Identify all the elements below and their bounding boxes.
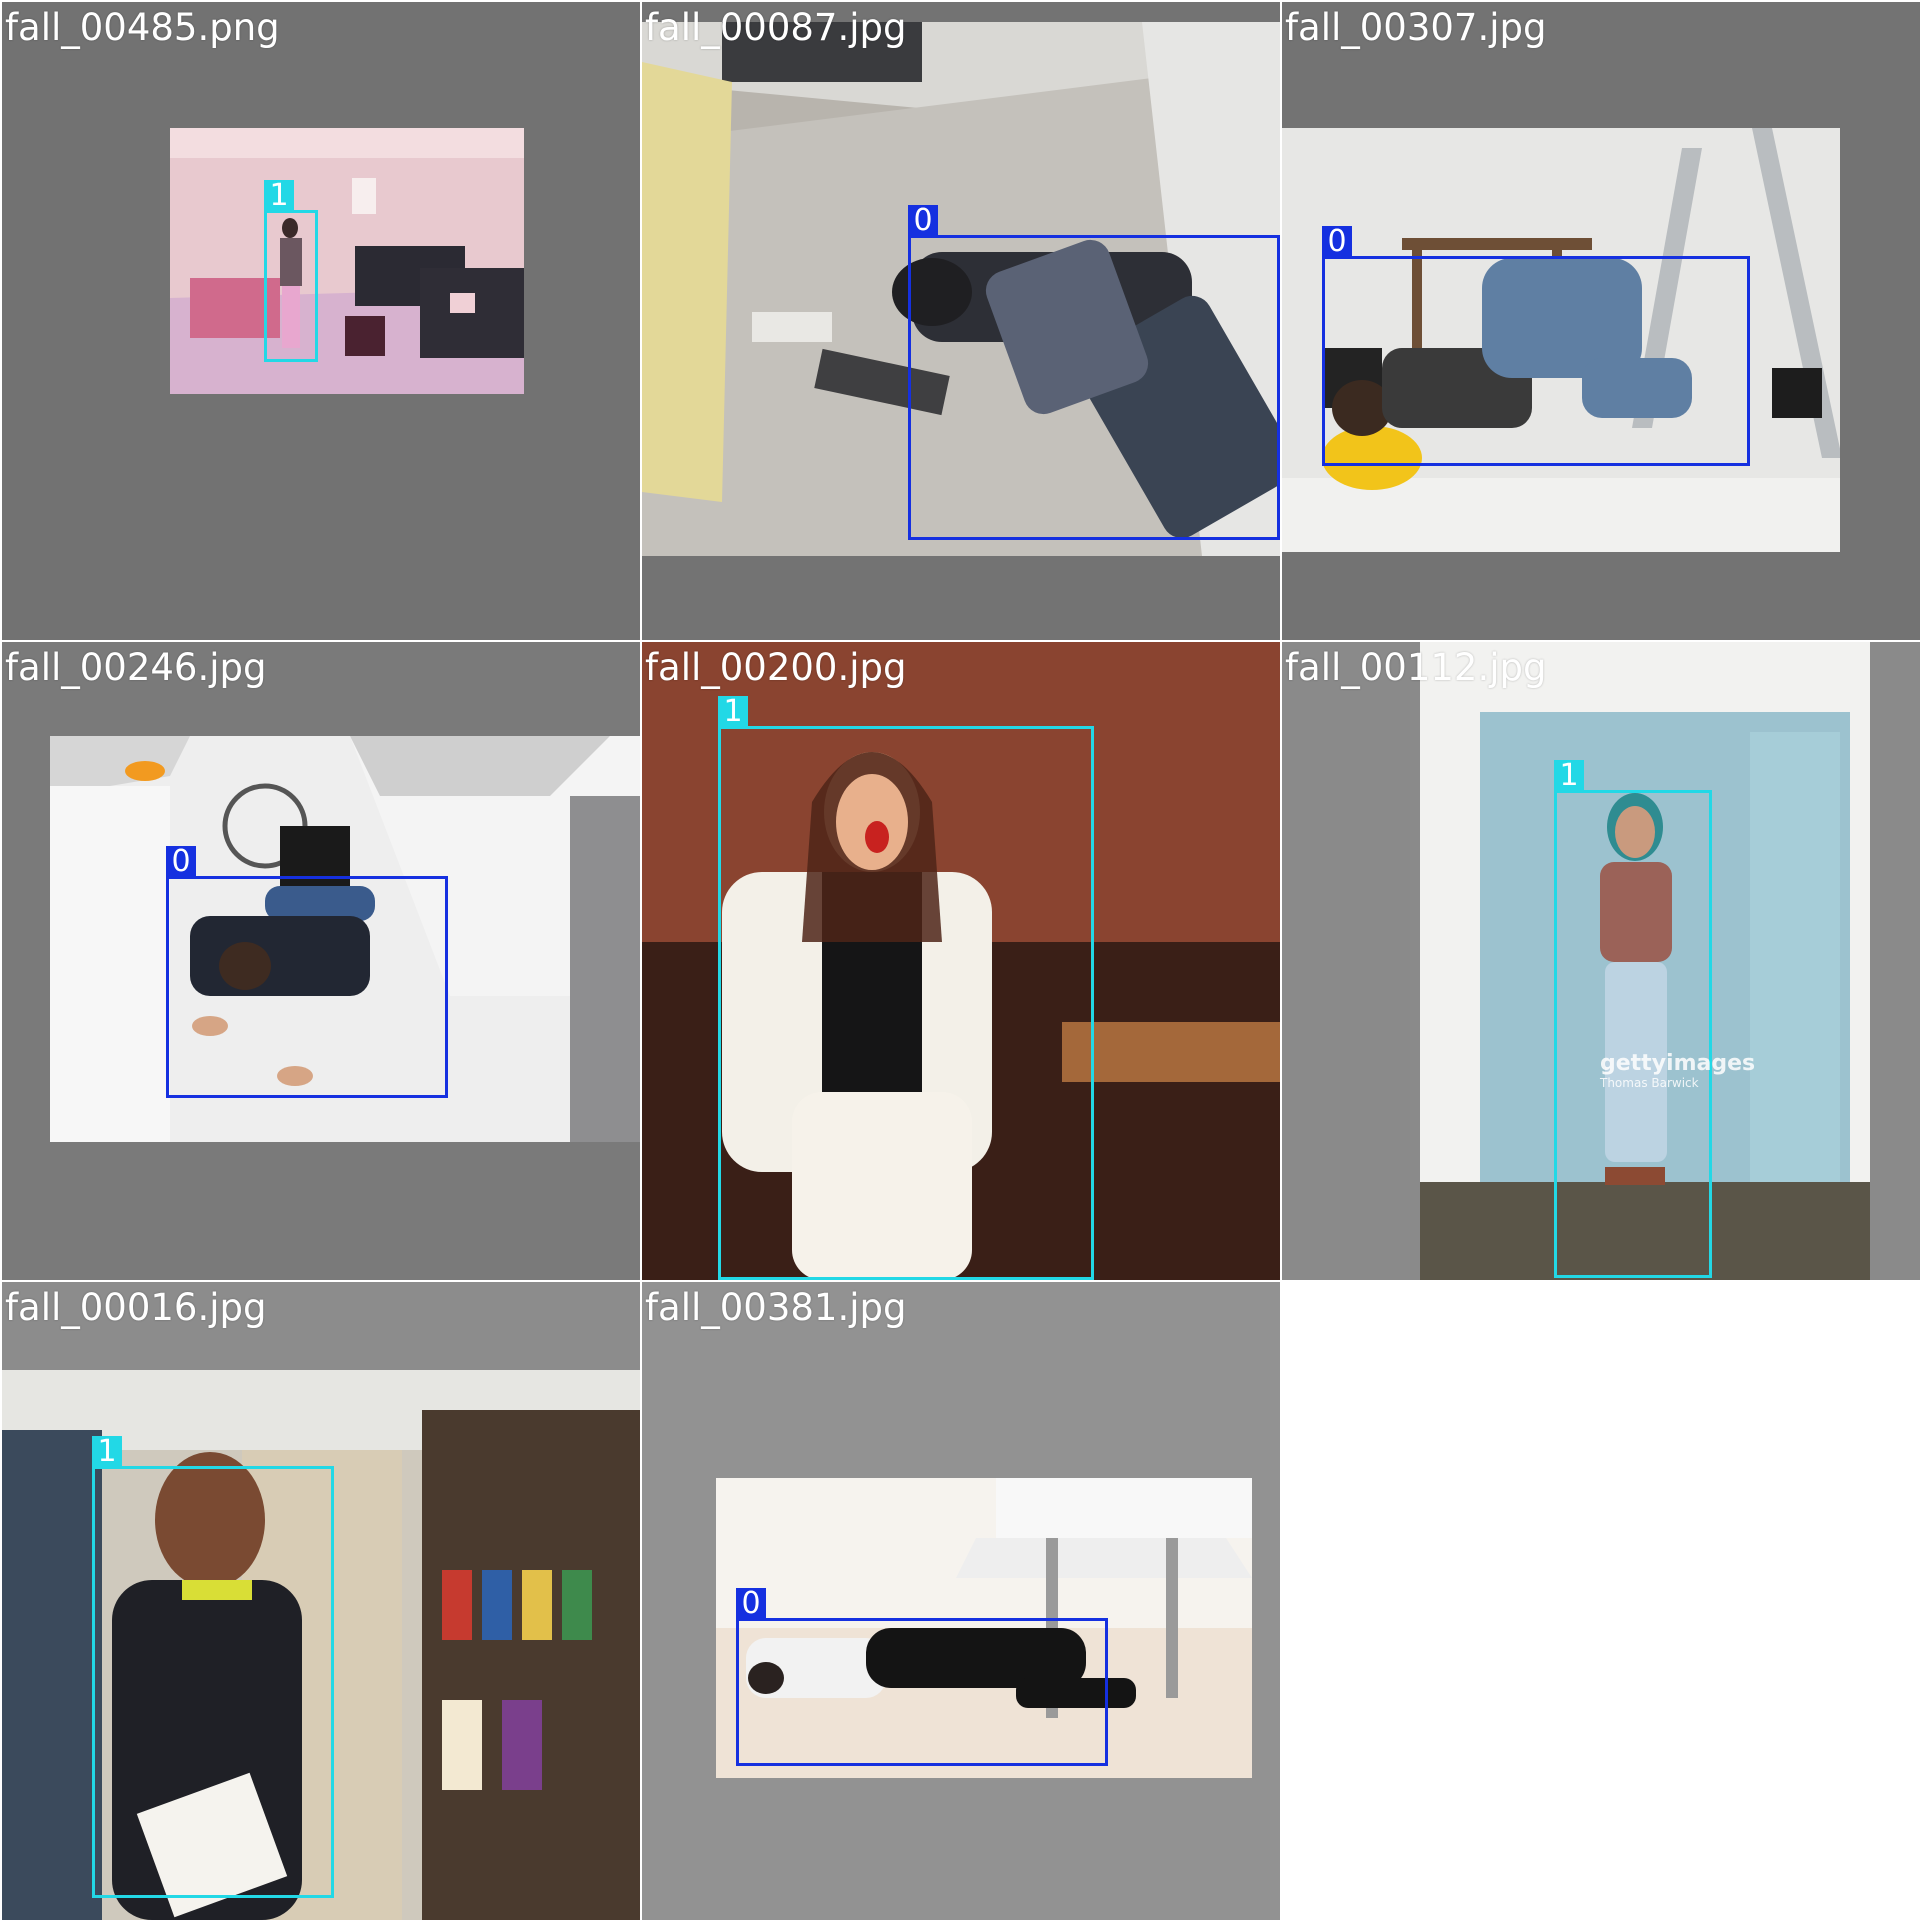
bounding-box: 1 <box>264 180 318 362</box>
bounding-box: 0 <box>1322 226 1750 466</box>
detection-grid: 1 fall_00485.png 0 fall_00087.jpg 0 fall… <box>0 0 1920 1920</box>
bbox-class-label: 1 <box>718 696 748 727</box>
image-filename: fall_00112.jpg <box>1285 646 1547 689</box>
bbox-class-label: 1 <box>1554 760 1584 791</box>
photo-living-room <box>170 128 524 394</box>
bbox-class-label: 1 <box>264 180 294 211</box>
image-tile: 1 fall_00016.jpg <box>2 1282 640 1920</box>
bounding-box: 0 <box>908 205 1280 540</box>
image-filename: fall_00016.jpg <box>5 1286 267 1329</box>
image-tile: 1 gettyimages Thomas Barwick fall_00112.… <box>1282 642 1920 1280</box>
image-tile: 0 fall_00307.jpg <box>1282 2 1920 640</box>
image-tile: 0 fall_00381.jpg <box>642 1282 1280 1920</box>
getty-watermark: gettyimages Thomas Barwick <box>1600 1051 1756 1091</box>
watermark-text: gettyimages <box>1600 1051 1756 1076</box>
image-filename: fall_00246.jpg <box>5 646 267 689</box>
image-filename: fall_00307.jpg <box>1285 6 1547 49</box>
bbox-class-label: 0 <box>1322 226 1352 257</box>
image-filename: fall_00200.jpg <box>645 646 907 689</box>
image-filename: fall_00087.jpg <box>645 6 907 49</box>
image-tile: 0 fall_00246.jpg <box>2 642 640 1280</box>
image-filename: fall_00485.png <box>5 6 280 49</box>
bounding-box: 0 <box>736 1588 1108 1766</box>
bbox-class-label: 0 <box>736 1588 766 1619</box>
bounding-box: 0 <box>166 846 448 1098</box>
bbox-class-label: 0 <box>908 205 938 236</box>
bounding-box: 1 <box>92 1436 334 1898</box>
bounding-box: 1 <box>718 696 1094 1280</box>
image-tile: 0 fall_00087.jpg <box>642 2 1280 640</box>
bbox-class-label: 0 <box>166 846 196 877</box>
image-tile: 1 fall_00485.png <box>2 2 640 640</box>
image-filename: fall_00381.jpg <box>645 1286 907 1329</box>
bounding-box: 1 <box>1554 760 1712 1278</box>
bbox-class-label: 1 <box>92 1436 122 1467</box>
watermark-subtext: Thomas Barwick <box>1600 1076 1699 1090</box>
image-tile: 1 fall_00200.jpg <box>642 642 1280 1280</box>
